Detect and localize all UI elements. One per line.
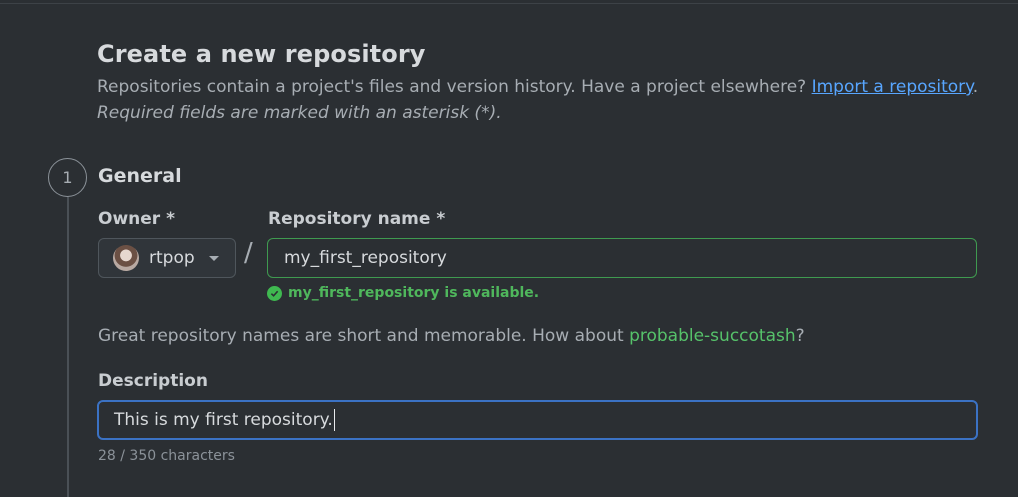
step-connector-line [67, 197, 69, 497]
description-label: Description [98, 371, 208, 391]
availability-message: my_first_repository is available. [288, 285, 540, 301]
section-title-general: General [98, 165, 182, 187]
description-value: This is my first repository. [114, 410, 333, 430]
repository-name-label: Repository name * [268, 209, 446, 229]
owner-label: Owner * [98, 209, 175, 229]
suggestion-prefix: Great repository names are short and mem… [98, 326, 630, 346]
suggested-name-link[interactable]: probable-succotash [629, 326, 796, 346]
page-title: Create a new repository [97, 40, 426, 68]
intro-suffix: . [972, 77, 979, 97]
intro-text: Repositories contain a project's files a… [97, 77, 978, 97]
intro-description: Repositories contain a project's files a… [97, 77, 812, 97]
availability-status: my_first_repository is available. [267, 285, 539, 301]
text-caret [333, 409, 335, 431]
description-char-count: 28 / 350 characters [98, 448, 235, 464]
step-indicator: 1 [48, 158, 87, 197]
check-circle-icon [267, 285, 282, 301]
top-divider [0, 0, 1018, 4]
owner-dropdown[interactable]: rtpop [98, 238, 236, 278]
repository-name-input[interactable]: my_first_repository [267, 238, 977, 278]
description-input[interactable]: This is my first repository. [97, 400, 978, 440]
suggestion-suffix: ? [795, 326, 805, 346]
repository-name-value: my_first_repository [284, 248, 447, 268]
chevron-down-icon [209, 256, 219, 261]
name-suggestion: Great repository names are short and mem… [98, 326, 805, 346]
required-fields-note: Required fields are marked with an aster… [97, 103, 502, 123]
owner-repo-separator: / [244, 238, 253, 268]
import-repository-link[interactable]: Import a repository [812, 77, 973, 97]
owner-name: rtpop [149, 248, 195, 268]
avatar [113, 245, 139, 271]
